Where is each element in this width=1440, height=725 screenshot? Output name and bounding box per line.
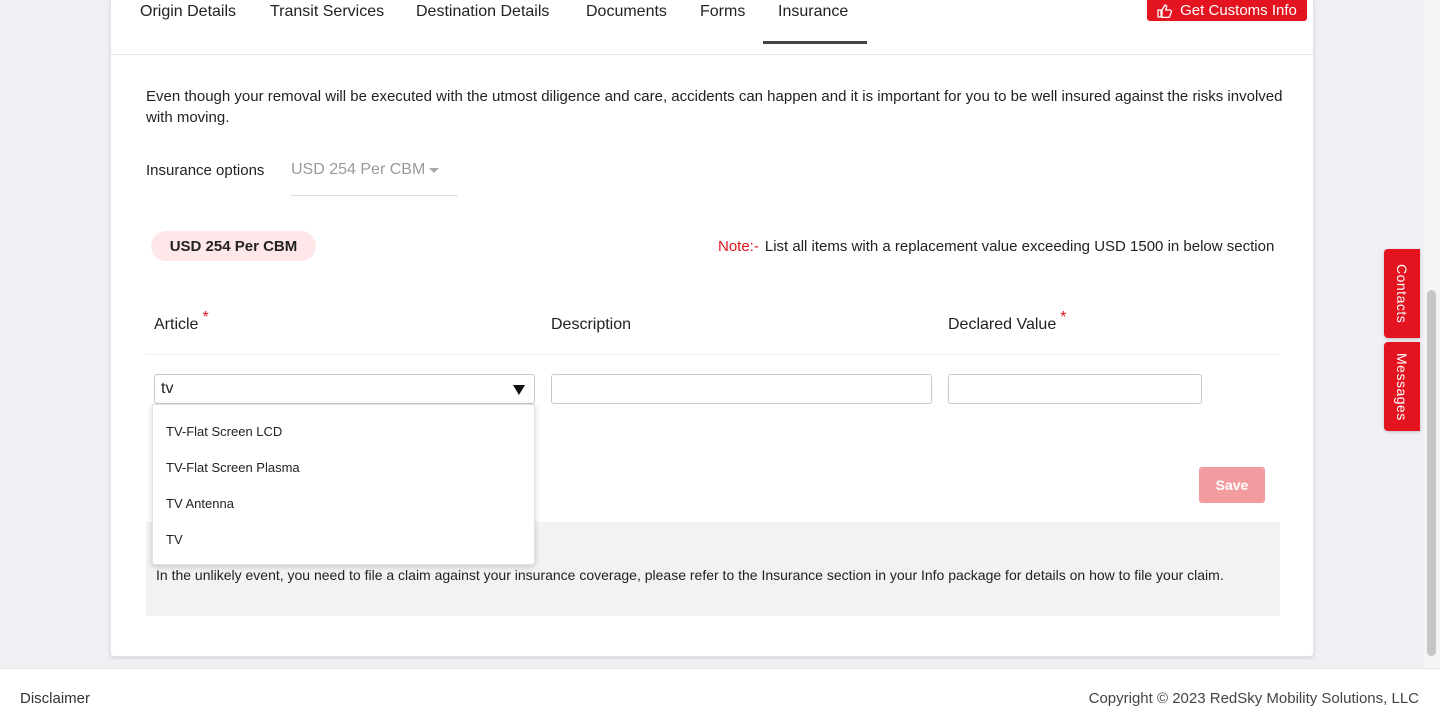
contacts-label: Contacts — [1394, 263, 1410, 324]
dropdown-arrow-icon[interactable] — [513, 385, 525, 395]
declared-value-column-header: Declared Value * — [948, 309, 1066, 334]
article-option[interactable]: TV-Flat Screen Plasma — [166, 460, 300, 475]
description-column-header: Description — [551, 316, 631, 334]
article-input[interactable] — [154, 374, 535, 404]
save-button[interactable]: Save — [1199, 467, 1265, 503]
declared-value-input[interactable] — [948, 374, 1202, 404]
article-column-header: Article * — [154, 309, 209, 334]
article-suggestions-dropdown: TV-Flat Screen LCD TV-Flat Screen Plasma… — [152, 404, 535, 565]
scrollbar-thumb[interactable] — [1427, 290, 1436, 656]
note-text: Note:- List all items with a replacement … — [718, 236, 1278, 257]
insurance-options-label: Insurance options — [146, 162, 265, 179]
tab-bar: Origin Details Transit Services Destinat… — [111, 0, 1315, 55]
description-input[interactable] — [551, 374, 932, 404]
insurance-options-value: USD 254 Per CBM — [291, 161, 426, 178]
get-customs-info-button[interactable]: Get Customs Info — [1147, 0, 1307, 21]
insurance-options-select[interactable]: USD 254 Per CBM — [291, 150, 458, 196]
note-body: List all items with a replacement value … — [764, 238, 1275, 255]
messages-label: Messages — [1394, 352, 1410, 421]
required-marker: * — [202, 309, 209, 326]
description-header-label: Description — [551, 316, 632, 333]
declared-value-header-label: Declared Value — [948, 316, 1057, 333]
footer: Disclaimer Copyright © 2023 RedSky Mobil… — [0, 668, 1440, 725]
header-divider — [146, 354, 1280, 355]
note-label: Note:- — [718, 238, 759, 255]
article-option[interactable]: TV — [166, 532, 183, 547]
tab-transit-services[interactable]: Transit Services — [270, 3, 384, 21]
copyright-text: Copyright © 2023 RedSky Mobility Solutio… — [1088, 690, 1419, 707]
caret-down-icon — [429, 168, 439, 173]
contacts-side-tab[interactable]: Contacts — [1384, 249, 1420, 338]
required-marker: * — [1060, 309, 1067, 326]
tab-insurance[interactable]: Insurance — [778, 3, 848, 21]
messages-side-tab[interactable]: Messages — [1384, 342, 1420, 431]
article-combobox — [154, 374, 535, 404]
insurance-intro-text: Even though your removal will be execute… — [146, 88, 1283, 126]
active-tab-indicator — [763, 41, 867, 44]
thumbs-up-icon — [1157, 3, 1173, 18]
article-header-label: Article — [154, 316, 199, 333]
tab-origin-details[interactable]: Origin Details — [140, 3, 236, 21]
article-option[interactable]: TV-Flat Screen LCD — [166, 424, 282, 439]
selected-insurance-chip: USD 254 Per CBM — [151, 231, 316, 261]
get-customs-info-label: Get Customs Info — [1180, 2, 1297, 19]
tab-destination-details[interactable]: Destination Details — [416, 3, 549, 21]
claim-info-text: In the unlikely event, you need to file … — [156, 567, 1224, 583]
tab-documents[interactable]: Documents — [586, 3, 667, 21]
disclaimer-link[interactable]: Disclaimer — [20, 690, 90, 707]
article-option[interactable]: TV Antenna — [166, 496, 234, 511]
main-card: Origin Details Transit Services Destinat… — [110, 0, 1315, 657]
tab-forms[interactable]: Forms — [700, 3, 745, 21]
